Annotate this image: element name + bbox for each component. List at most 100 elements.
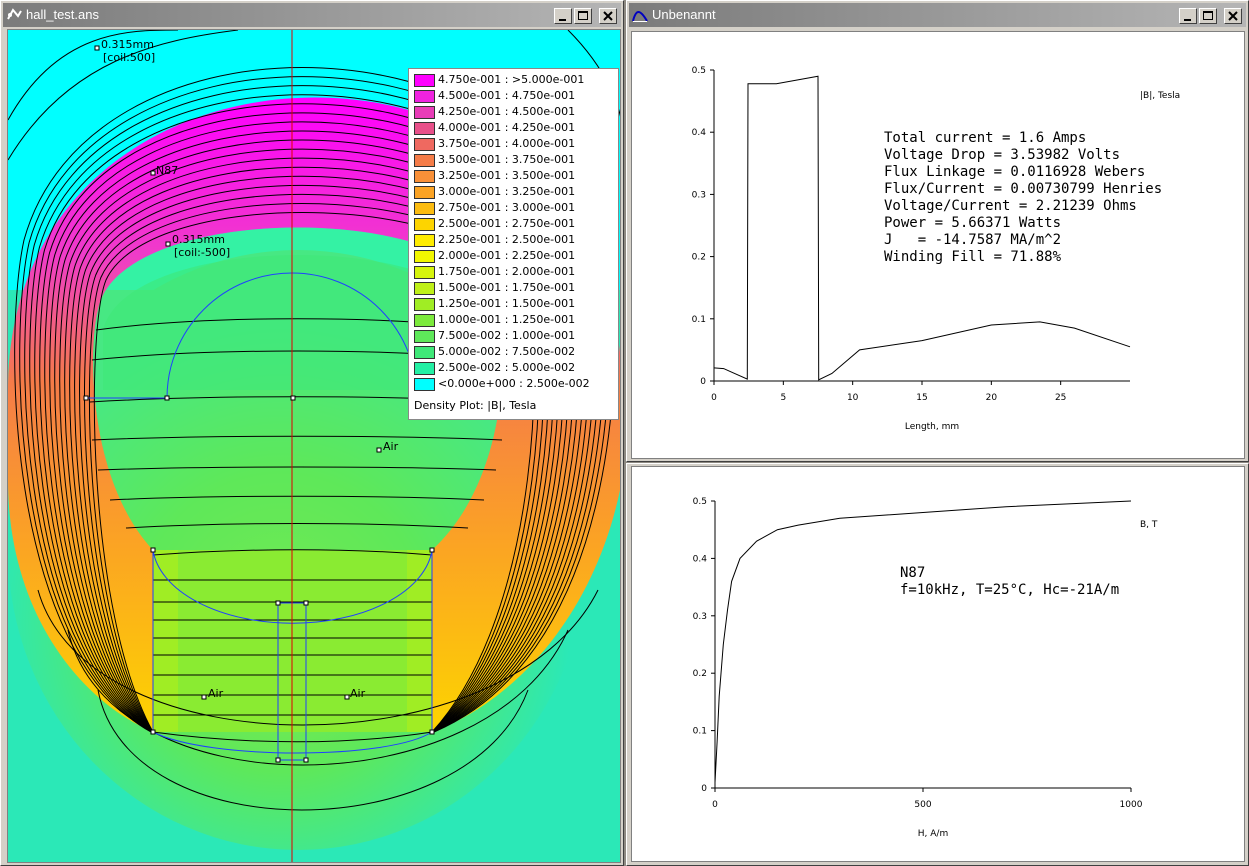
fem-view-titlebar[interactable]: hall_test.ans [3,3,621,27]
minimize-button[interactable] [554,8,572,24]
y-tick-label: 0.1 [692,315,706,325]
x-tick-label: 0 [711,393,717,403]
legend-swatch [414,282,435,295]
result-line: Winding Fill = 71.88% [884,249,1062,265]
line-plot-window: Unbenannt 0 0.1 0.2 0.3 0.4 0.5 0 5 10 15 20 25 Leng… [626,0,1249,462]
series-label: B, T [1140,520,1158,530]
y-tick-label: 0.5 [692,66,706,76]
legend-range-label: 2.500e-001 : 2.750e-001 [438,217,576,230]
legend-range-label: 1.500e-001 : 1.750e-001 [438,281,576,294]
x-tick-label: 15 [916,393,927,403]
bh-curve-window: 0 0.1 0.2 0.3 0.4 0.5 0 500 1000 H, A/m B, T N87 f… [626,463,1249,866]
maximize-button[interactable] [1199,8,1217,24]
minimize-button[interactable] [1179,8,1197,24]
plot-icon [632,7,648,23]
legend-range-label: 2.750e-001 : 3.000e-001 [438,201,576,214]
x-axis-label: H, A/m [918,829,948,839]
result-line: J = -14.7587 MA/m^2 [884,232,1062,248]
coil2-size-label: 0.315mm [172,233,225,246]
density-plot-canvas[interactable]: 0.315mm [coil:500] N87 0.315mm [coil:-50… [7,29,621,863]
y-tick-label: 0.1 [693,727,707,737]
air-right-label: Air [350,687,366,700]
y-tick-label: 0.5 [693,497,707,507]
legend-range-label: 4.250e-001 : 4.500e-001 [438,105,576,118]
fem-view-window: hall_test.ans 0.315mm [coil:500] N87 0.3… [0,0,624,866]
material-name: N87 [900,565,926,581]
legend-range-label: 7.500e-002 : 1.000e-001 [438,329,576,342]
close-button[interactable] [1224,8,1242,24]
y-tick-label: 0.3 [693,612,707,622]
femm-app-icon [6,7,22,23]
y-tick-label: 0.2 [692,253,706,263]
close-button[interactable] [599,8,617,24]
maximize-button[interactable] [574,8,592,24]
legend-swatch [414,346,435,359]
x-tick-label: 10 [847,393,859,403]
y-tick-label: 0.2 [693,669,707,679]
legend-range-label: 1.000e-001 : 1.250e-001 [438,313,576,326]
x-tick-label: 1000 [1120,800,1143,810]
y-tick-label: 0.4 [692,128,707,138]
legend-swatch [414,202,435,215]
legend-swatch [414,362,435,375]
legend-swatch [414,122,435,135]
coil1-circuit-label: [coil:500] [103,51,156,64]
coil1-size-label: 0.315mm [101,38,154,51]
legend-swatch [414,170,435,183]
legend-range-label: <0.000e+000 : 2.500e-002 [438,377,590,390]
legend-range-label: 1.750e-001 : 2.000e-001 [438,265,576,278]
legend-range-label: 1.250e-001 : 1.500e-001 [438,297,576,310]
legend-swatch [414,186,435,199]
legend-range-label: 2.000e-001 : 2.250e-001 [438,249,576,262]
legend-range-label: 3.750e-001 : 4.000e-001 [438,137,576,150]
legend-title: Density Plot: |B|, Tesla [414,399,537,412]
y-tick-label: 0 [701,784,707,794]
legend-swatch [414,154,435,167]
x-tick-label: 25 [1055,393,1066,403]
air-left-label: Air [208,687,224,700]
air-center-label: Air [383,440,399,453]
legend-swatch [414,138,435,151]
core-material-label: N87 [156,164,179,177]
legend-range-label: 3.250e-001 : 3.500e-001 [438,169,576,182]
legend-range-label: 5.000e-002 : 7.500e-002 [438,345,576,358]
legend-swatch [414,90,435,103]
legend-swatch [414,74,435,87]
x-tick-label: 500 [914,800,931,810]
legend-range-label: 3.500e-001 : 3.750e-001 [438,153,576,166]
line-plot-area[interactable]: 0 0.1 0.2 0.3 0.4 0.5 0 5 10 15 20 25 Length, mm |B|,… [631,31,1245,459]
result-line: Flux/Current = 0.00730799 Henries [884,181,1163,197]
line-plot-title: Unbenannt [652,7,716,22]
legend-range-label: 3.000e-001 : 3.250e-001 [438,185,576,198]
legend-swatch [414,298,435,311]
result-line: Flux Linkage = 0.0116928 Webers [884,164,1146,180]
result-line: Voltage/Current = 2.21239 Ohms [884,198,1137,214]
legend-range-label: 4.500e-001 : 4.750e-001 [438,89,576,102]
data-line [714,500,1132,783]
line-plot-titlebar[interactable]: Unbenannt [629,3,1246,27]
result-line: Voltage Drop = 3.53982 Volts [884,147,1121,163]
x-tick-label: 0 [712,800,718,810]
legend-swatch [414,314,435,327]
legend-swatch [414,330,435,343]
bh-plot-area[interactable]: 0 0.1 0.2 0.3 0.4 0.5 0 500 1000 H, A/m B, T N87 f… [631,466,1245,862]
legend-swatch [414,266,435,279]
y-tick-label: 0.3 [692,190,706,200]
legend-range-label: 2.500e-002 : 5.000e-002 [438,361,576,374]
result-line: Total current = 1.6 Amps [884,130,1087,146]
x-tick-label: 5 [780,393,786,403]
fem-view-title: hall_test.ans [26,7,99,22]
bh-curve-chart: 0 0.1 0.2 0.3 0.4 0.5 0 500 1000 H, A/m B, T [693,497,1158,839]
results-panel: Total current = 1.6 Amps Voltage Drop = 3… [884,130,1162,266]
legend-range-label: 2.250e-001 : 2.500e-001 [438,233,576,246]
legend-swatch [414,378,435,391]
legend-range-label: 4.000e-001 : 4.250e-001 [438,121,576,134]
coil2-circuit-label: [coil:-500] [174,246,231,259]
y-tick-label: 0.4 [693,554,708,564]
density-legend: Density Plot: |B|, Tesla 4.750e-001 : >5… [408,68,619,420]
result-line: Power = 5.66371 Watts [884,215,1062,231]
legend-swatch [414,218,435,231]
x-axis-label: Length, mm [905,422,959,432]
legend-swatch [414,234,435,247]
x-tick-label: 20 [986,393,998,403]
